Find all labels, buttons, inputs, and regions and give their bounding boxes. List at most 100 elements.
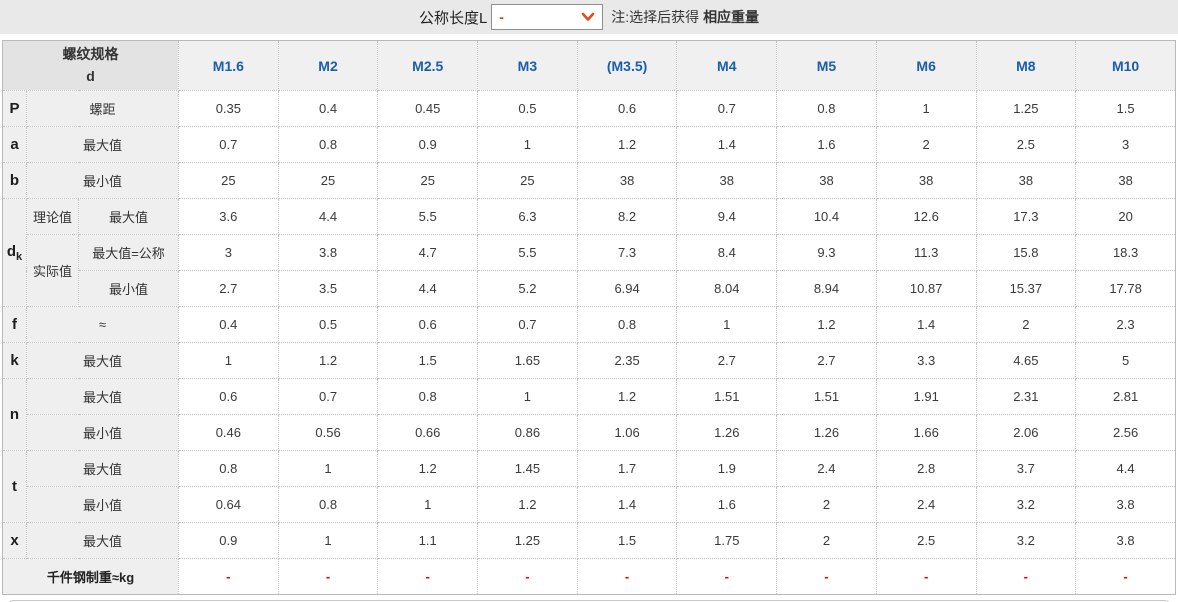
- column-header: M2: [277, 40, 379, 91]
- row-key: t: [2, 450, 27, 523]
- value-cell: -: [377, 558, 479, 595]
- row-label: 最小值: [78, 270, 179, 307]
- value-cell: 0.9: [377, 126, 479, 163]
- value-cell: 3: [1075, 126, 1176, 163]
- value-cell: 17.78: [1075, 270, 1176, 307]
- value-cell: 1.2: [576, 126, 678, 163]
- value-cell: 1.5: [576, 522, 678, 559]
- header-row: 螺纹规格 d M1.6 M2 M2.5 M3 (M3.5) M4 M5 M6 M8 M10: [2, 40, 1176, 91]
- value-cell: 1.9: [676, 450, 778, 487]
- table-row: 最小值 0.64 0.8 1 1.2 1.4 1.6 2 2.4 3.2 3.8: [3, 486, 1176, 523]
- value-cell: 18.3: [1075, 234, 1176, 271]
- value-cell: 0.7: [676, 90, 778, 127]
- value-cell: 2.7: [776, 342, 877, 379]
- value-cell: 38: [776, 162, 877, 199]
- value-cell: 5: [1075, 342, 1176, 379]
- value-cell: 9.4: [676, 198, 778, 235]
- thread-spec-corner-cell: 螺纹规格 d: [2, 40, 179, 91]
- column-header: M1.6: [178, 40, 279, 91]
- row-label: 最大值: [26, 342, 179, 379]
- value-cell: 1.65: [477, 342, 578, 379]
- value-cell: 0.66: [377, 414, 479, 451]
- value-cell: 2.7: [676, 342, 778, 379]
- value-cell: 1: [477, 378, 578, 415]
- value-cell: 2.81: [1075, 378, 1176, 415]
- value-cell: 0.35: [178, 90, 279, 127]
- value-cell: 0.8: [277, 126, 379, 163]
- value-cell: 2.4: [776, 450, 877, 487]
- table-row: x 最大值 0.9 1 1.1 1.25 1.5 1.75 2 2.5 3.2 3.8: [2, 522, 1176, 559]
- value-cell: 0.64: [178, 486, 279, 523]
- row-label: 最小值: [26, 162, 179, 199]
- value-cell: 5.2: [477, 270, 578, 307]
- value-cell: 1.5: [377, 342, 479, 379]
- table-row: k 最大值 1 1.2 1.5 1.65 2.35 2.7 2.7 3.3 4.65 5: [2, 342, 1176, 379]
- value-cell: 20: [1075, 198, 1176, 235]
- value-cell: 0.9: [178, 522, 279, 559]
- nominal-length-label: 公称长度L: [418, 9, 488, 27]
- value-cell: 7.3: [576, 234, 678, 271]
- value-cell: 1.1: [377, 522, 479, 559]
- value-cell: 15.8: [975, 234, 1077, 271]
- value-cell: 1.06: [576, 414, 678, 451]
- value-cell: -: [676, 558, 778, 595]
- column-header: (M3.5): [576, 40, 678, 91]
- row-label: 最小值: [26, 414, 179, 451]
- value-cell: 2.5: [975, 126, 1077, 163]
- value-cell: 0.45: [377, 90, 479, 127]
- value-cell: 8.94: [776, 270, 877, 307]
- value-cell: 1.6: [676, 486, 778, 523]
- table-row: 实际值 最大值=公称 3 3.8 4.7 5.5 7.3 8.4 9.3 11.3 15.8 18.3: [3, 234, 1176, 307]
- row-key: dk: [2, 198, 27, 307]
- value-cell: 1.75: [676, 522, 778, 559]
- value-cell: 1.25: [477, 522, 578, 559]
- top-toolbar: 公称长度L - 注:选择后获得 相应重量: [0, 0, 1178, 34]
- value-cell: 6.94: [576, 270, 678, 307]
- value-cell: 11.3: [875, 234, 977, 271]
- value-cell: 3.5: [277, 270, 379, 307]
- value-cell: 1: [178, 342, 279, 379]
- table-row: P 螺距 0.35 0.4 0.45 0.5 0.6 0.7 0.8 1 1.25 1.5: [2, 90, 1176, 127]
- value-cell: 0.7: [178, 126, 279, 163]
- row-key: P: [2, 90, 27, 127]
- value-cell: 4.4: [277, 198, 379, 235]
- column-header: M4: [676, 40, 778, 91]
- value-cell: 12.6: [875, 198, 977, 235]
- value-cell: 10.87: [875, 270, 977, 307]
- row-label: 最大值: [78, 198, 179, 235]
- row-key: a: [2, 126, 27, 163]
- value-cell: 2: [776, 522, 877, 559]
- nominal-length-select[interactable]: -: [491, 4, 604, 30]
- value-cell: 0.8: [277, 486, 379, 523]
- value-cell: 1.26: [676, 414, 778, 451]
- value-cell: -: [1075, 558, 1176, 595]
- value-cell: 0.4: [178, 306, 279, 343]
- value-cell: 15.37: [975, 270, 1077, 307]
- value-cell: 1: [477, 126, 578, 163]
- value-cell: 8.4: [676, 234, 778, 271]
- value-cell: 0.6: [377, 306, 479, 343]
- value-cell: 0.8: [178, 450, 279, 487]
- column-header: M5: [776, 40, 877, 91]
- table-row: 最小值 2.7 3.5 4.4 5.2 6.94 8.04 8.94 10.87 15.37 17.…: [3, 270, 1176, 307]
- value-cell: 8.2: [576, 198, 678, 235]
- value-cell: 3.2: [975, 522, 1077, 559]
- value-cell: 1.4: [676, 126, 778, 163]
- table-row: b 最小值 25 25 25 25 38 38 38 38 38 38: [2, 162, 1176, 199]
- value-cell: 3.8: [1075, 522, 1176, 559]
- table-row: dk 理论值 最大值 3.6 4.4 5.5 6.3 8.2 9.4 10.4 12.6 17.3 20: [2, 198, 1176, 307]
- value-cell: 2.3: [1075, 306, 1176, 343]
- table-row: 千件钢制重≈kg - - - - - - - - - -: [2, 558, 1176, 595]
- column-header: M2.5: [377, 40, 479, 91]
- table-row: n 最大值 0.6 0.7 0.8 1 1.2 1.51 1.51 1.91 2.31 2.81: [2, 378, 1176, 451]
- value-cell: 0.8: [377, 378, 479, 415]
- value-cell: -: [178, 558, 279, 595]
- value-cell: 1.51: [676, 378, 778, 415]
- row-label: 最大值: [26, 450, 179, 487]
- value-cell: 1.2: [477, 486, 578, 523]
- value-cell: 1.4: [576, 486, 678, 523]
- column-header: M8: [975, 40, 1077, 91]
- column-header: M3: [477, 40, 578, 91]
- value-cell: 1.2: [776, 306, 877, 343]
- value-cell: 2.56: [1075, 414, 1176, 451]
